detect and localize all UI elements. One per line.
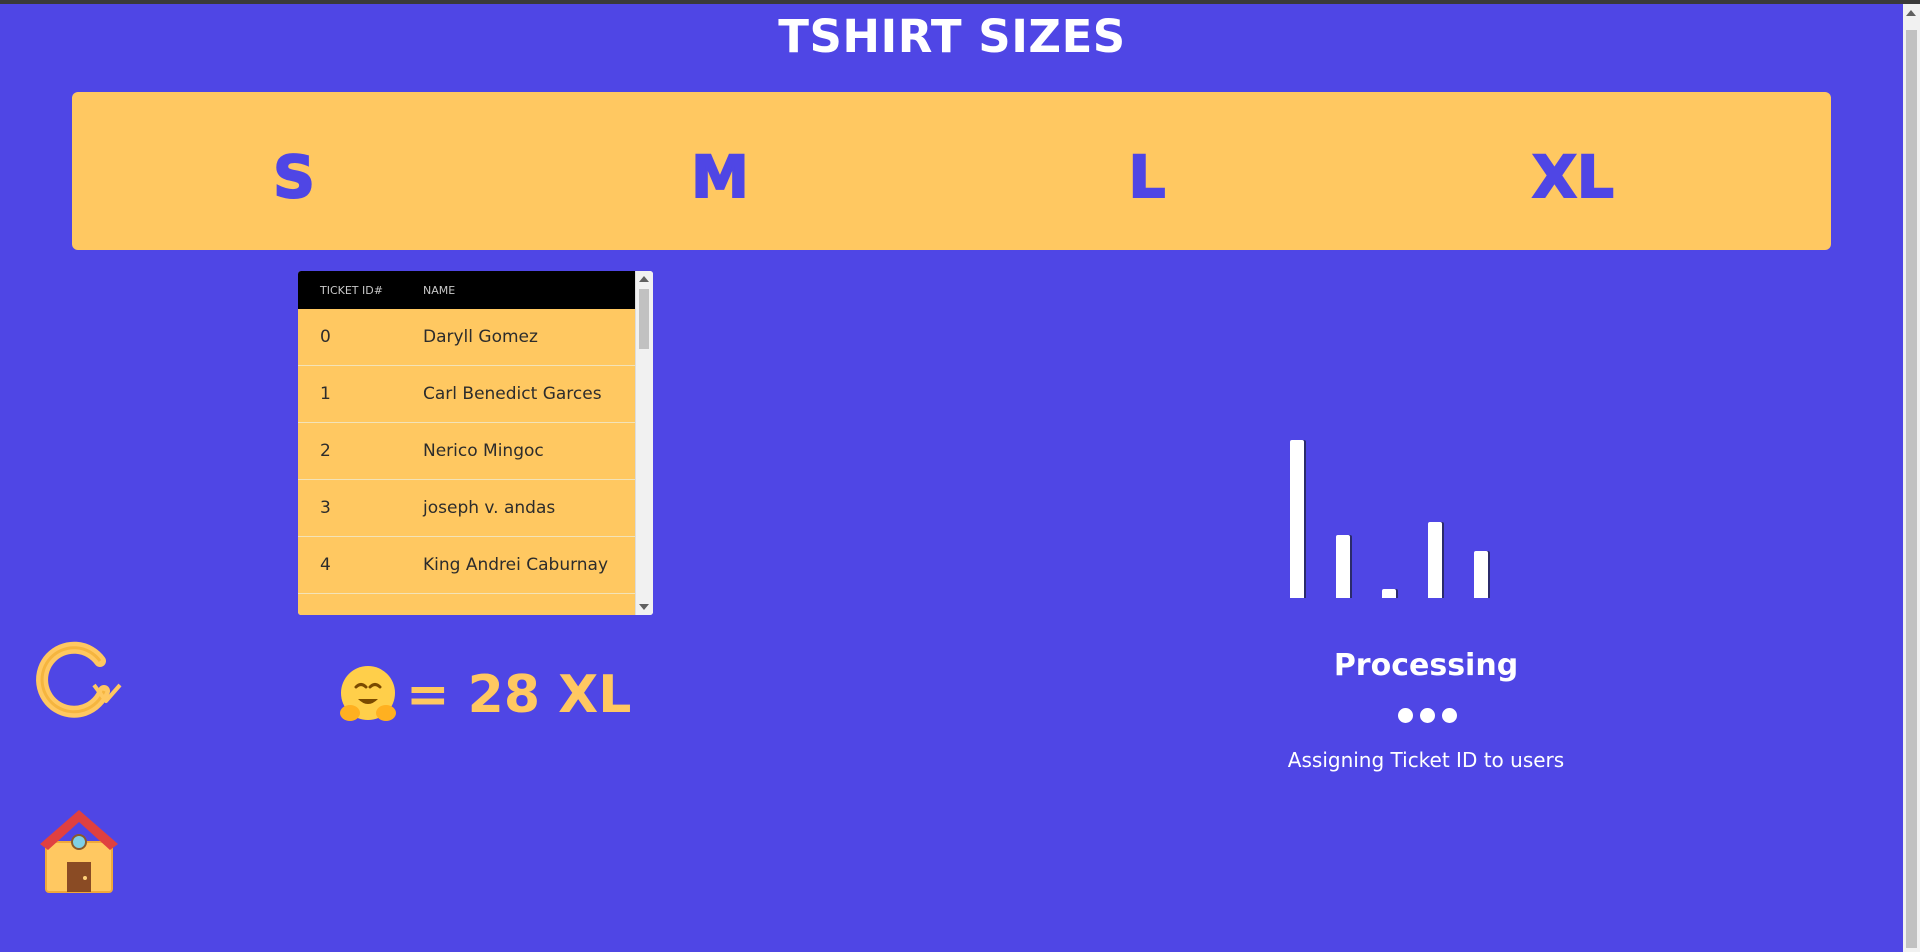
loading-bar: [1382, 589, 1396, 598]
ticket-table: TICKET ID# NAME 0 Daryll Gomez 1 Carl Be…: [298, 271, 653, 615]
size-button-label: S: [272, 142, 316, 212]
house-icon: [40, 810, 118, 893]
table-row: 1 Carl Benedict Garces: [298, 366, 635, 423]
name-cell: Nerico Mingoc: [423, 441, 544, 461]
processing-title: Processing: [1333, 648, 1519, 683]
name-cell: joseph v. andas: [423, 498, 556, 518]
name-cell: King Andrei Caburnay: [423, 555, 609, 575]
table-row: 3 joseph v. andas: [298, 480, 635, 537]
ticket-id-cell: 3: [320, 498, 331, 518]
loading-bar: [1290, 440, 1304, 598]
size-button-label: M: [690, 142, 750, 212]
loading-bar: [1336, 535, 1350, 598]
processing-subtitle: Assigning Ticket ID to users: [1287, 748, 1565, 772]
ticket-id-cell: 0: [320, 327, 331, 347]
size-button-label: XL: [1531, 142, 1615, 212]
ticket-id-cell: 4: [320, 555, 331, 575]
ticket-id-cell: 1: [320, 384, 331, 404]
column-header-name: NAME: [423, 283, 456, 297]
table-row-partial: [298, 594, 635, 615]
size-button-label: L: [1128, 142, 1167, 212]
xl-count-text: = 28 XL: [406, 665, 632, 725]
size-button-l[interactable]: L: [1047, 92, 1247, 250]
name-cell: Daryll Gomez: [423, 327, 538, 347]
table-scrollbar[interactable]: [635, 271, 653, 615]
scroll-down-arrow-icon[interactable]: [639, 604, 649, 610]
table-row: 4 King Andrei Caburnay: [298, 537, 635, 594]
processing-dots: [1398, 708, 1458, 728]
size-button-m[interactable]: M: [620, 92, 820, 250]
page-scrollbar-thumb[interactable]: [1906, 30, 1917, 948]
home-button[interactable]: [38, 806, 120, 894]
page-scrollbar[interactable]: [1903, 4, 1920, 952]
loading-dot: [1420, 708, 1435, 723]
loading-bar: [1428, 522, 1442, 598]
table-row: 0 Daryll Gomez: [298, 309, 635, 366]
name-cell: Carl Benedict Garces: [423, 384, 602, 404]
column-header-ticket-id: TICKET ID#: [320, 283, 383, 297]
table-row: 2 Nerico Mingoc: [298, 423, 635, 480]
loading-bar: [1474, 551, 1488, 598]
page-title: TSHIRT SIZES: [778, 10, 1126, 63]
loading-dot: [1398, 708, 1413, 723]
table-scrollbar-thumb[interactable]: [639, 289, 649, 349]
refresh-button[interactable]: [34, 639, 124, 719]
table-header: TICKET ID# NAME: [298, 271, 635, 309]
loading-dot: [1442, 708, 1457, 723]
scroll-up-arrow-icon[interactable]: [639, 276, 649, 282]
page-scroll-up-arrow-icon[interactable]: [1906, 10, 1916, 16]
ticket-table-body: TICKET ID# NAME 0 Daryll Gomez 1 Carl Be…: [298, 271, 635, 615]
size-selector-bar: S M L XL: [72, 92, 1831, 250]
size-button-xl[interactable]: XL: [1473, 92, 1673, 250]
size-button-s[interactable]: S: [194, 92, 394, 250]
hugging-face-icon: [340, 666, 396, 721]
ticket-id-cell: 2: [320, 441, 331, 461]
window-top-border: [0, 0, 1920, 4]
xl-count-summary: = 28 XL: [336, 660, 631, 730]
processing-bar-animation: [1290, 440, 1500, 598]
refresh-icon: [36, 641, 122, 718]
